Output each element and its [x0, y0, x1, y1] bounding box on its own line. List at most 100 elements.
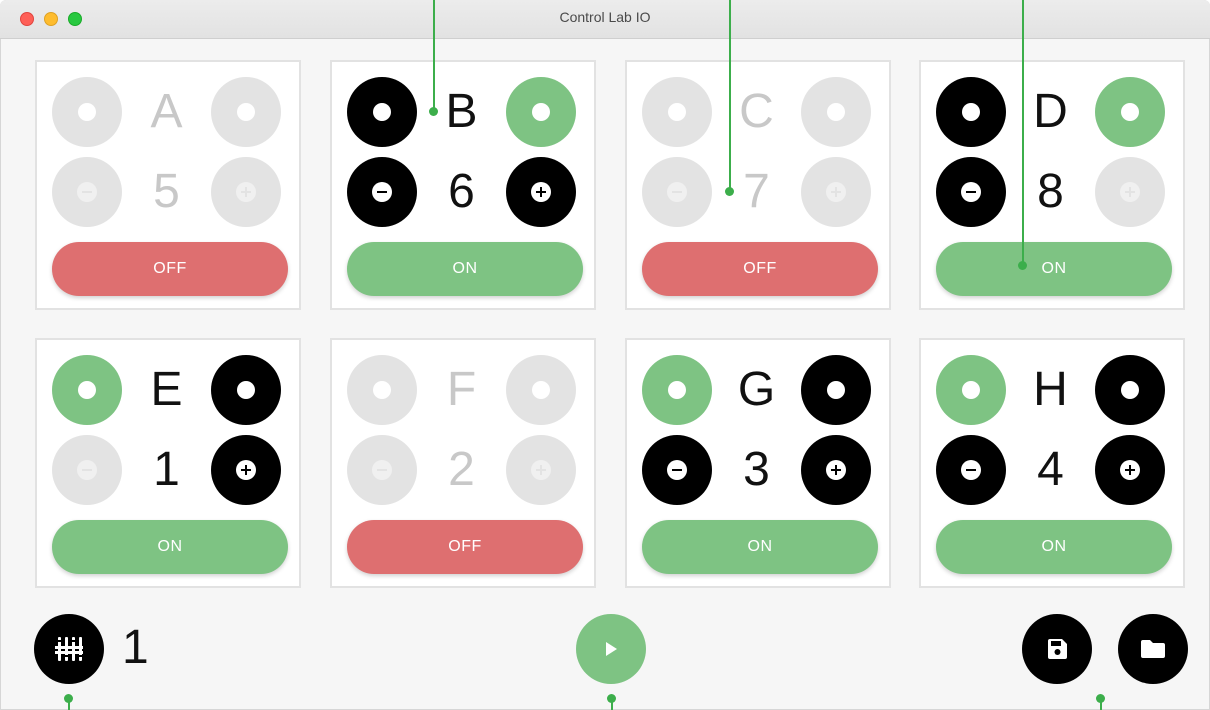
channel-g-letter: G [737, 363, 776, 416]
channel-f-right-indicator-button[interactable] [506, 355, 576, 425]
channel-c-toggle-button[interactable]: OFF [642, 242, 878, 296]
channel-h-toggle-button[interactable]: ON [936, 520, 1172, 574]
channel-a-increment-button[interactable] [211, 157, 281, 227]
channel-card-d: D 8 ON [919, 60, 1185, 310]
callout-line [68, 698, 70, 710]
dot-icon [827, 381, 845, 399]
channel-d-increment-button[interactable] [1095, 157, 1165, 227]
channel-e-increment-button[interactable] [211, 435, 281, 505]
plus-icon [1120, 182, 1140, 202]
channel-c-increment-button[interactable] [801, 157, 871, 227]
channel-b-value: 6 [448, 165, 475, 218]
save-disk-icon [1048, 639, 1067, 659]
channel-card-g: G 3 ON [625, 338, 891, 588]
dot-icon [373, 103, 391, 121]
plus-icon [826, 182, 846, 202]
channel-card-b: B 6 ON [330, 60, 596, 310]
channel-g-value: 3 [743, 443, 770, 496]
channel-h-letter: H [1033, 363, 1068, 416]
channel-h-right-indicator-button[interactable] [1095, 355, 1165, 425]
channel-e-right-indicator-button[interactable] [211, 355, 281, 425]
dot-icon [962, 103, 980, 121]
channel-a-decrement-button[interactable] [52, 157, 122, 227]
callout-line [611, 698, 613, 710]
channel-g-decrement-button[interactable] [642, 435, 712, 505]
channel-b-right-indicator-button[interactable] [506, 77, 576, 147]
channel-c-right-indicator-button[interactable] [801, 77, 871, 147]
channel-d-toggle-button[interactable]: ON [936, 242, 1172, 296]
channel-f-toggle-button[interactable]: OFF [347, 520, 583, 574]
plus-icon [236, 460, 256, 480]
channel-b-left-indicator-button[interactable] [347, 77, 417, 147]
sliders-icon [55, 637, 83, 661]
callout-dot [725, 187, 734, 196]
minus-icon [667, 182, 687, 202]
channel-d-left-indicator-button[interactable] [936, 77, 1006, 147]
channel-h-increment-button[interactable] [1095, 435, 1165, 505]
channel-e-value: 1 [153, 443, 180, 496]
minus-icon [77, 460, 97, 480]
dot-icon [532, 381, 550, 399]
dot-icon [1121, 103, 1139, 121]
dot-icon [668, 381, 686, 399]
channel-f-letter: F [446, 363, 477, 416]
channel-a-toggle-button[interactable]: OFF [52, 242, 288, 296]
channel-grid: A 5 OFF B 6 ON C 7 OFF D 8 ON E 1 ON F 2… [35, 60, 1188, 592]
minus-icon [961, 460, 981, 480]
channel-e-toggle-button[interactable]: ON [52, 520, 288, 574]
minus-icon [372, 182, 392, 202]
channel-b-decrement-button[interactable] [347, 157, 417, 227]
play-button[interactable] [576, 614, 646, 684]
channel-card-h: H 4 ON [919, 338, 1185, 588]
dot-icon [237, 103, 255, 121]
dot-icon [1121, 381, 1139, 399]
title-bar: Control Lab IO [0, 0, 1210, 39]
channel-b-toggle-button[interactable]: ON [347, 242, 583, 296]
channel-f-value: 2 [448, 443, 475, 496]
dot-icon [78, 381, 96, 399]
callout-line [1100, 698, 1102, 710]
plus-icon [826, 460, 846, 480]
channel-c-letter: C [739, 85, 774, 138]
minus-icon [77, 182, 97, 202]
selected-channel-number: 1 [122, 621, 149, 674]
channel-a-left-indicator-button[interactable] [52, 77, 122, 147]
callout-line [433, 0, 435, 111]
channel-e-left-indicator-button[interactable] [52, 355, 122, 425]
channel-e-decrement-button[interactable] [52, 435, 122, 505]
channel-g-toggle-button[interactable]: ON [642, 520, 878, 574]
channel-g-right-indicator-button[interactable] [801, 355, 871, 425]
plus-icon [531, 460, 551, 480]
open-button[interactable] [1118, 614, 1188, 684]
channel-d-value: 8 [1037, 165, 1064, 218]
channel-h-value: 4 [1037, 443, 1064, 496]
channel-f-left-indicator-button[interactable] [347, 355, 417, 425]
channel-f-increment-button[interactable] [506, 435, 576, 505]
channel-a-right-indicator-button[interactable] [211, 77, 281, 147]
minus-icon [667, 460, 687, 480]
callout-line [729, 0, 731, 191]
channel-card-f: F 2 OFF [330, 338, 596, 588]
dot-icon [827, 103, 845, 121]
channel-h-left-indicator-button[interactable] [936, 355, 1006, 425]
channel-h-decrement-button[interactable] [936, 435, 1006, 505]
channel-g-left-indicator-button[interactable] [642, 355, 712, 425]
folder-icon [1141, 640, 1165, 658]
channel-a-value: 5 [153, 165, 180, 218]
channel-g-increment-button[interactable] [801, 435, 871, 505]
callout-dot [429, 107, 438, 116]
channel-c-decrement-button[interactable] [642, 157, 712, 227]
channel-d-decrement-button[interactable] [936, 157, 1006, 227]
save-button[interactable] [1022, 614, 1092, 684]
callout-line [1022, 0, 1024, 265]
dot-icon [78, 103, 96, 121]
plus-icon [531, 182, 551, 202]
channel-c-left-indicator-button[interactable] [642, 77, 712, 147]
channel-select-button[interactable] [34, 614, 104, 684]
channel-d-right-indicator-button[interactable] [1095, 77, 1165, 147]
channel-f-decrement-button[interactable] [347, 435, 417, 505]
channel-b-increment-button[interactable] [506, 157, 576, 227]
channel-d-letter: D [1033, 85, 1068, 138]
app-window: Control Lab IO A 5 OFF B 6 ON C 7 OFF D … [0, 0, 1210, 710]
play-icon [606, 642, 617, 656]
